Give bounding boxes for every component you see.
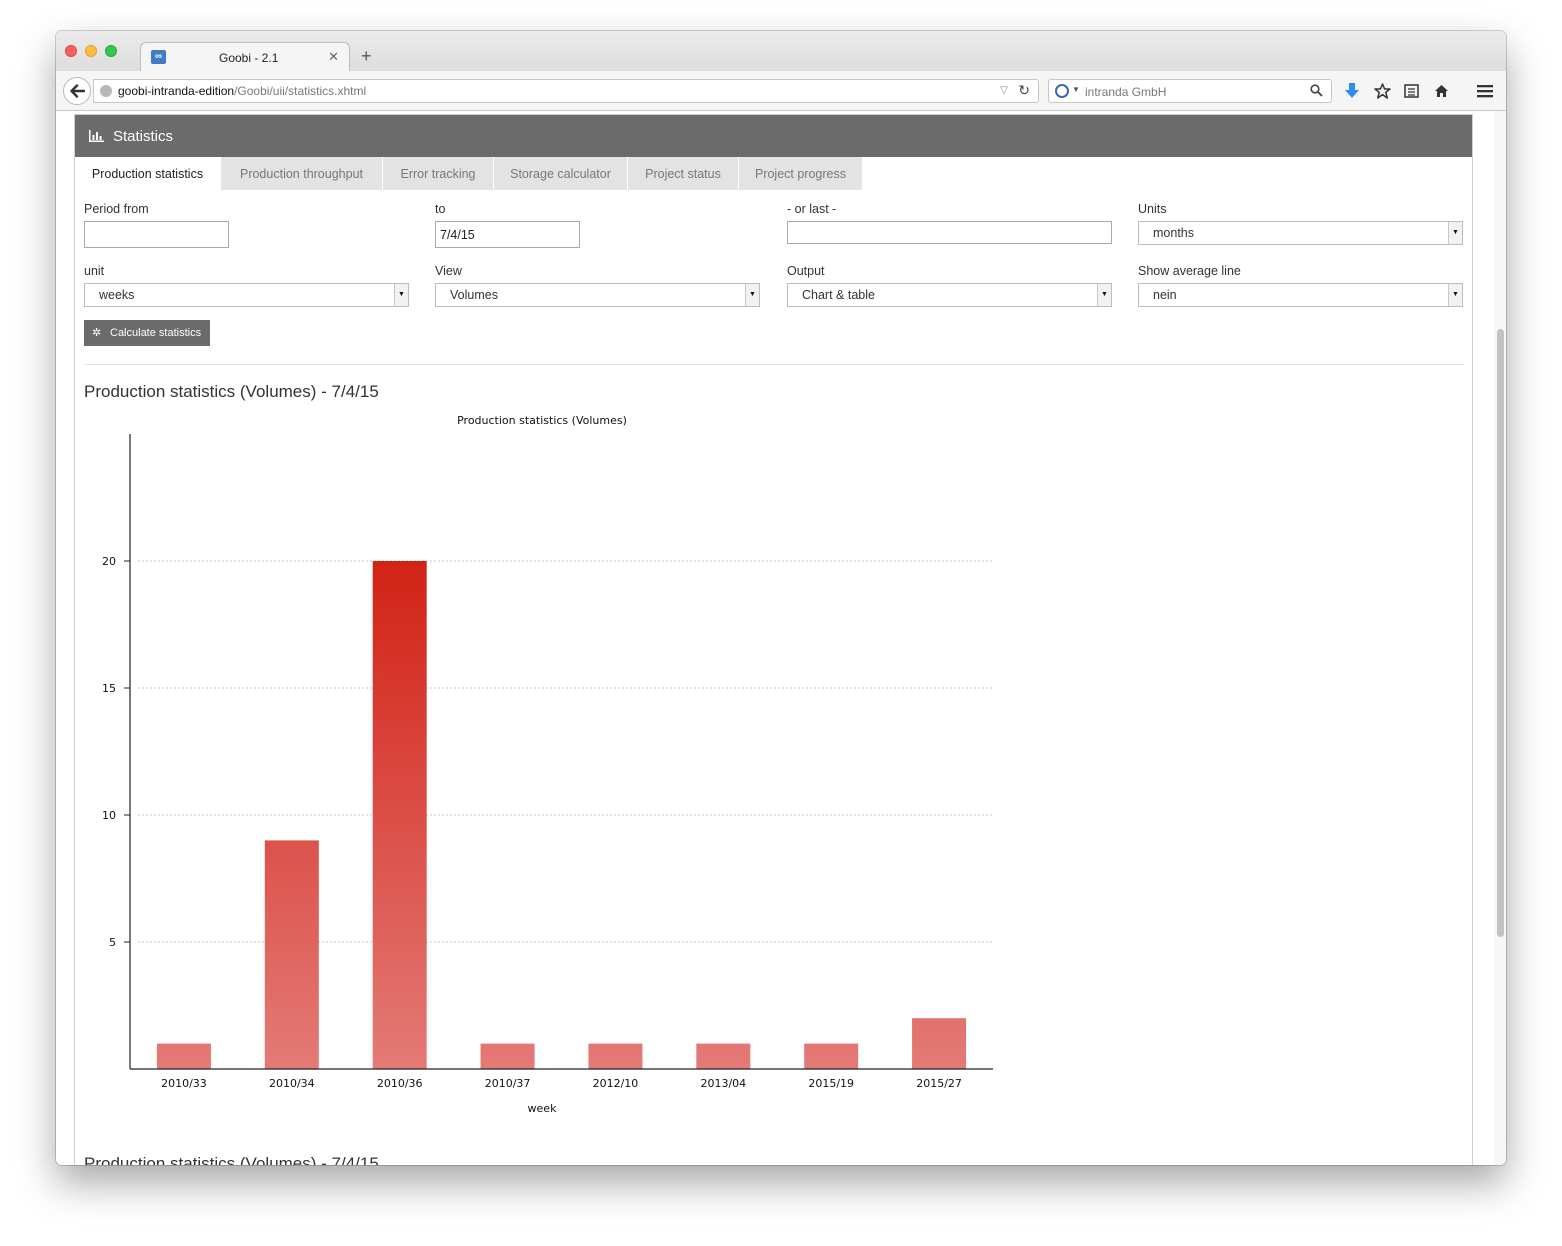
maximize-window-button[interactable] [105,45,117,57]
bar-2010-34[interactable] [264,840,319,1069]
close-window-button[interactable] [65,45,77,57]
statistics-panel: Statistics Production statistics Product… [74,114,1473,1165]
x-tick-label: 2013/04 [700,1077,746,1090]
new-tab-button[interactable]: + [361,46,372,66]
search-engine-icon[interactable] [1055,84,1069,98]
x-tick-label: 2010/34 [269,1077,315,1090]
search-icon[interactable] [1310,84,1323,102]
y-tick-label: 5 [109,936,116,949]
x-tick-label: 2010/37 [485,1077,531,1090]
hamburger-menu-icon[interactable] [1475,81,1495,101]
y-tick-label: 20 [102,555,116,568]
bar-2010-36[interactable] [372,561,427,1069]
browser-window: ∞ Goobi - 2.1 ✕ + goobi-intranda-edition… [56,31,1506,1165]
minimize-window-button[interactable] [85,45,97,57]
scrollbar-thumb[interactable] [1497,329,1504,937]
close-tab-icon[interactable]: ✕ [328,49,339,65]
goobi-favicon-icon: ∞ [151,50,166,64]
y-tick-label: 15 [102,682,116,695]
url-history-dropdown-icon[interactable]: ▽ [1000,85,1008,96]
x-tick-label: 2012/10 [593,1077,639,1090]
x-tick-label: 2010/36 [377,1077,423,1090]
x-tick-label: 2010/33 [161,1077,207,1090]
back-arrow-icon [70,84,85,98]
bar-2013-04[interactable] [696,1043,751,1069]
reload-icon[interactable]: ↻ [1018,82,1030,99]
tab-bar: ∞ Goobi - 2.1 ✕ + [56,31,1506,72]
bar-2012-10[interactable] [588,1043,643,1069]
back-button[interactable] [63,77,91,105]
browser-tab[interactable]: ∞ Goobi - 2.1 ✕ [140,42,350,72]
download-icon[interactable] [1342,81,1362,101]
bar-2010-33[interactable] [156,1043,211,1069]
search-engine-dropdown-icon[interactable]: ▼ [1072,85,1080,94]
url-text: goobi-intranda-edition/Goobi/uii/statist… [118,84,367,98]
y-tick-label: 10 [102,809,116,822]
search-placeholder: intranda GmbH [1085,85,1167,99]
browser-tab-title: Goobi - 2.1 [219,51,279,65]
bar-2015-19[interactable] [804,1043,859,1069]
search-bar[interactable]: ▼ intranda GmbH [1048,79,1332,103]
production-statistics-chart: Production statistics (Volumes) 5 10 15 20 2… [102,414,993,1115]
result-title-secondary: Production statistics (Volumes) - 7/4/15 [84,1154,379,1165]
bar-2015-27[interactable] [912,1018,967,1069]
bar-2010-37[interactable] [480,1043,535,1069]
globe-icon [100,85,112,97]
bookmark-star-icon[interactable] [1372,81,1392,101]
x-tick-label: 2015/27 [916,1077,962,1090]
home-icon[interactable] [1431,81,1451,101]
scrollbar[interactable] [1494,111,1506,1165]
x-tick-label: 2015/19 [808,1077,854,1090]
address-bar[interactable]: goobi-intranda-edition/Goobi/uii/statist… [93,79,1039,103]
page-viewport: Statistics Production statistics Product… [56,111,1506,1165]
reading-list-icon[interactable] [1401,81,1421,101]
chart-title: Production statistics (Volumes) [457,414,627,427]
navigation-bar: goobi-intranda-edition/Goobi/uii/statist… [56,71,1506,111]
x-axis-label: week [528,1102,558,1115]
